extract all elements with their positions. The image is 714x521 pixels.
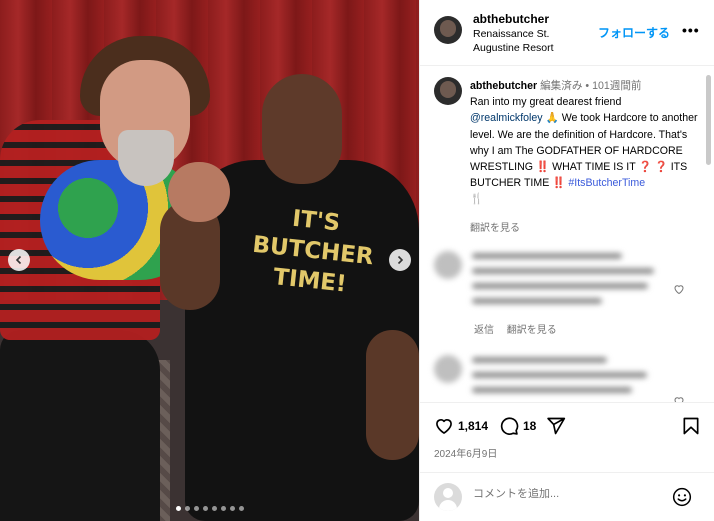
scrollbar[interactable] bbox=[706, 75, 711, 165]
carousel-dot bbox=[184, 506, 190, 511]
share-button[interactable] bbox=[546, 416, 566, 436]
carousel-dot bbox=[211, 506, 217, 511]
carousel-dots bbox=[0, 506, 419, 511]
paper-plane-icon bbox=[547, 417, 566, 435]
post-age: 101週間前 bbox=[592, 80, 642, 92]
comment-line bbox=[472, 387, 632, 393]
post-date: 2024年6月9日 bbox=[434, 449, 498, 460]
clasped-hands bbox=[168, 162, 230, 222]
carousel-dot bbox=[238, 506, 244, 511]
like-count[interactable]: 1,814 bbox=[458, 419, 488, 433]
previous-photo-button[interactable] bbox=[8, 249, 30, 271]
more-options-button[interactable]: ••• bbox=[682, 22, 700, 38]
post-username[interactable]: abthebutcher bbox=[473, 12, 549, 26]
meta-separator: • bbox=[585, 80, 590, 92]
comment-line bbox=[472, 253, 622, 259]
avatar[interactable] bbox=[434, 16, 462, 44]
user-avatar-icon bbox=[434, 483, 462, 511]
comment-like-icon[interactable] bbox=[673, 395, 685, 402]
heart-icon bbox=[436, 419, 452, 434]
comment-line bbox=[472, 268, 654, 274]
post-actions: 1,814 18 2024年6月9日 bbox=[420, 402, 714, 472]
comment-line bbox=[472, 372, 647, 378]
comment-input[interactable] bbox=[473, 488, 663, 500]
edited-label: 編集済み bbox=[540, 80, 583, 92]
comment-like-icon[interactable] bbox=[673, 283, 685, 295]
comment-line bbox=[472, 283, 648, 289]
carousel-dot bbox=[193, 506, 199, 511]
caption-username[interactable]: abthebutcher bbox=[470, 80, 537, 92]
carousel-dot bbox=[175, 506, 181, 511]
comment-actions: 返信 翻訳を見る bbox=[474, 321, 567, 336]
double-exclamation-icon: ‼️ bbox=[552, 177, 566, 190]
post-photo[interactable]: IT'S BUTCHER TIME! bbox=[0, 0, 419, 521]
comment-button[interactable]: 18 bbox=[499, 416, 536, 436]
post-header: abthebutcher Renaissance St. Augustine R… bbox=[420, 0, 714, 66]
caption-text: WHAT TIME IS IT bbox=[552, 161, 636, 174]
carousel-dot bbox=[229, 506, 235, 511]
person-right-arm-2 bbox=[366, 330, 419, 460]
comments-scroll-area[interactable]: abthebutcher 編集済み • 101週間前 Ran into my g… bbox=[420, 67, 714, 402]
next-photo-button[interactable] bbox=[389, 249, 411, 271]
question-mark-icon: ❓ ❓ bbox=[638, 161, 668, 174]
carousel-dot bbox=[202, 506, 208, 511]
bookmark-icon bbox=[683, 417, 699, 435]
hashtag-link[interactable]: #ItsButcherTime bbox=[568, 177, 645, 189]
post-location[interactable]: Renaissance St. Augustine Resort bbox=[473, 27, 598, 55]
chevron-right-icon bbox=[397, 255, 404, 265]
comment-translate-link[interactable]: 翻訳を見る bbox=[507, 325, 557, 336]
carousel-dot bbox=[220, 506, 226, 511]
reply-button[interactable]: 返信 bbox=[474, 325, 494, 336]
double-exclamation-icon: ‼️ bbox=[535, 161, 550, 174]
comment-bubble-icon bbox=[500, 417, 519, 435]
comment-line bbox=[472, 298, 602, 304]
person-right-head bbox=[262, 74, 342, 184]
comment-line bbox=[472, 357, 607, 363]
caption: abthebutcher 編集済み • 101週間前 Ran into my g… bbox=[470, 78, 698, 208]
fork-knife-icon: 🍴 bbox=[470, 193, 484, 206]
follow-button[interactable]: フォローする bbox=[598, 24, 670, 41]
emoji-icon[interactable] bbox=[672, 487, 692, 507]
chevron-left-icon bbox=[15, 255, 22, 265]
caption-text: Ran into my great dearest friend bbox=[470, 96, 622, 109]
comment-count: 18 bbox=[523, 419, 537, 433]
comment-avatar[interactable] bbox=[434, 355, 462, 383]
pray-emoji-icon: 🙏 bbox=[545, 112, 559, 125]
caption-translate-link[interactable]: 翻訳を見る bbox=[470, 219, 520, 234]
person-left-pants bbox=[0, 330, 160, 521]
caption-avatar[interactable] bbox=[434, 77, 462, 105]
comment-avatar[interactable] bbox=[434, 251, 462, 279]
post-side-panel: abthebutcher Renaissance St. Augustine R… bbox=[419, 0, 714, 521]
save-button[interactable] bbox=[681, 416, 701, 436]
comment-composer bbox=[420, 472, 714, 521]
mention-link[interactable]: @realmickfoley bbox=[470, 112, 543, 124]
person-left-beard bbox=[118, 130, 174, 186]
like-button[interactable]: 1,814 bbox=[434, 416, 488, 436]
shirt-print: IT'S BUTCHER TIME! bbox=[224, 197, 402, 304]
